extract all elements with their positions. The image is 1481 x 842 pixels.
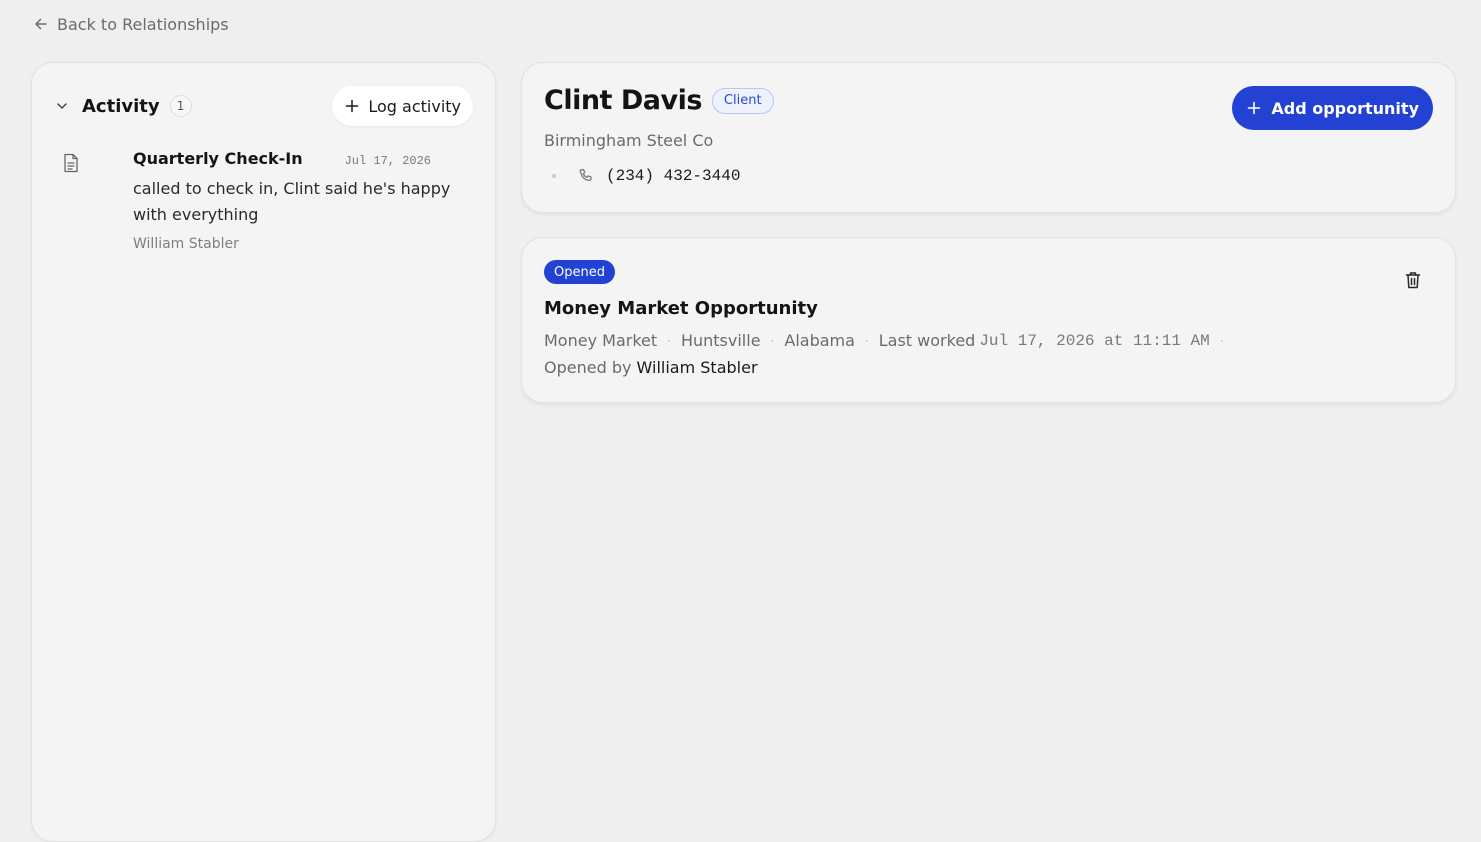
contact-card: Clint Davis Client Birmingham Steel Co (… xyxy=(521,62,1456,213)
meta-separator: · xyxy=(864,333,869,348)
activity-item-note: called to check in, Clint said he's happ… xyxy=(133,179,451,224)
log-activity-button[interactable]: Log activity xyxy=(332,86,473,126)
trash-icon[interactable] xyxy=(1403,270,1423,290)
meta-separator: · xyxy=(667,333,671,348)
last-worked-value: Jul 17, 2026 at 11:11 AM xyxy=(979,331,1210,350)
opened-by-user: William Stabler xyxy=(636,358,758,377)
meta-separator: · xyxy=(770,333,775,348)
activity-panel: Activity 1 Log activity Quarterly Check-… xyxy=(31,62,496,842)
log-activity-label: Log activity xyxy=(368,96,461,116)
opportunity-meta: Money Market · Huntsville · Alabama · La… xyxy=(544,331,1234,350)
plus-icon xyxy=(1248,101,1261,115)
activity-header: Activity 1 Log activity xyxy=(52,85,473,127)
dot-separator xyxy=(552,174,556,178)
activity-item-title: Quarterly Check-In xyxy=(133,149,303,168)
client-badge: Client xyxy=(711,87,774,114)
status-badge: Opened xyxy=(544,260,615,284)
contact-phone-row: (234) 432-3440 xyxy=(552,167,740,185)
activity-title: Activity xyxy=(82,95,160,117)
arrow-left-icon xyxy=(35,18,47,30)
add-opportunity-button[interactable]: Add opportunity xyxy=(1232,86,1433,130)
document-icon xyxy=(64,153,78,173)
activity-content: Quarterly Check-In Jul 17, 2026 called t… xyxy=(133,149,463,252)
opportunity-title: Money Market Opportunity xyxy=(544,298,818,319)
plus-icon xyxy=(346,99,359,113)
phone-icon xyxy=(579,168,592,182)
opportunity-card[interactable]: Opened Money Market Opportunity Money Ma… xyxy=(521,237,1456,403)
activity-item-author: William Stabler xyxy=(133,236,239,252)
opportunity-product: Money Market xyxy=(544,331,658,350)
opportunity-city: Huntsville xyxy=(680,331,761,350)
back-link-label: Back to Relationships xyxy=(57,14,229,34)
activity-collapse-toggle[interactable] xyxy=(52,96,72,116)
meta-separator: · xyxy=(1219,333,1224,348)
add-opportunity-label: Add opportunity xyxy=(1271,98,1419,118)
opened-by-label: Opened by xyxy=(544,358,632,377)
activity-top-row: Quarterly Check-In Jul 17, 2026 xyxy=(133,149,431,168)
chevron-down-icon xyxy=(57,103,67,109)
contact-phone-number[interactable]: (234) 432-3440 xyxy=(606,167,740,185)
contact-name: Clint Davis xyxy=(544,85,702,116)
opportunity-state: Alabama xyxy=(784,331,855,350)
contact-company: Birmingham Steel Co xyxy=(544,131,714,150)
last-worked-label: Last worked xyxy=(878,331,976,350)
activity-item-date: Jul 17, 2026 xyxy=(344,154,431,168)
contact-name-row: Clint Davis Client xyxy=(544,85,774,116)
back-to-relationships-link[interactable]: Back to Relationships xyxy=(33,12,229,36)
opportunity-opened-by: Opened by William Stabler xyxy=(544,358,758,377)
activity-count-badge: 1 xyxy=(169,95,192,117)
